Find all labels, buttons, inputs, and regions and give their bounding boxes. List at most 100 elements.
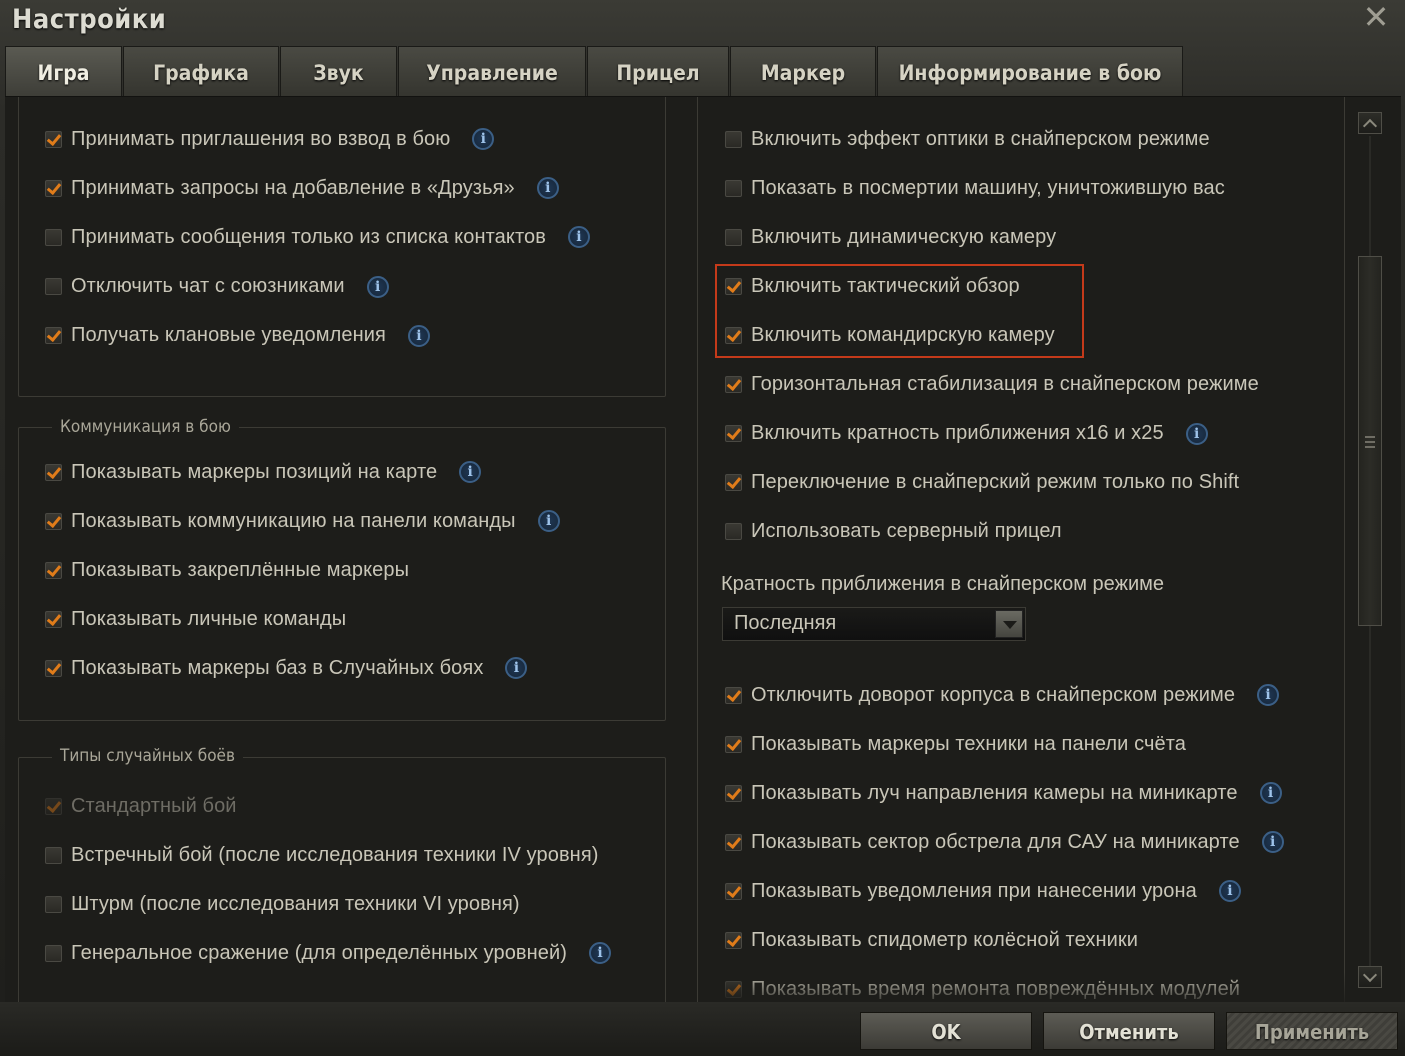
option-row[interactable]: Встречный бой (после исследования техник… <box>45 840 599 870</box>
settings-window: Настройки ✕ Игра Графика Звук Управление… <box>0 0 1405 1056</box>
tab-graphics[interactable]: Графика <box>123 46 279 96</box>
info-icon[interactable]: i <box>567 226 590 249</box>
cancel-button[interactable]: Отменить <box>1043 1012 1215 1050</box>
checkbox-checked[interactable] <box>725 326 742 344</box>
info-icon[interactable]: i <box>459 461 482 483</box>
tab-controls[interactable]: Управление <box>398 46 586 96</box>
option-label: Переключение в снайперский режим только … <box>751 471 1240 494</box>
tab-marker[interactable]: Маркер <box>730 46 876 96</box>
option-row[interactable]: Принимать приглашения во взвод в бою i <box>45 124 495 154</box>
tab-aim[interactable]: Прицел <box>587 46 729 96</box>
option-row[interactable]: Показать в посмертии машину, уничтожившу… <box>725 173 1225 203</box>
info-icon[interactable]: i <box>589 942 612 964</box>
info-icon[interactable]: i <box>536 177 559 200</box>
checkbox-checked[interactable] <box>725 474 742 492</box>
checkbox[interactable] <box>725 228 742 246</box>
checkbox-checked[interactable] <box>45 463 62 481</box>
checkbox-checked[interactable] <box>725 735 742 753</box>
option-row[interactable]: Принимать запросы на добавление в «Друзь… <box>45 173 559 203</box>
info-icon[interactable]: i <box>537 510 560 532</box>
option-row[interactable]: Показывать спидометр колёсной техники <box>725 925 1138 955</box>
tab-game[interactable]: Игра <box>5 46 122 96</box>
checkbox[interactable] <box>45 228 62 246</box>
checkbox-checked[interactable] <box>45 179 62 197</box>
apply-button[interactable]: Применить <box>1226 1012 1398 1050</box>
checkbox-checked[interactable] <box>725 931 742 949</box>
checkbox[interactable] <box>725 523 742 541</box>
checkbox[interactable] <box>725 179 742 197</box>
option-row[interactable]: Включить тактический обзор <box>725 271 1020 301</box>
scroll-down-icon[interactable] <box>1358 966 1382 988</box>
option-row[interactable]: Стандартный бой <box>45 791 237 821</box>
checkbox-checked[interactable] <box>725 376 742 393</box>
checkbox[interactable] <box>45 895 62 913</box>
checkbox-checked[interactable] <box>45 659 62 677</box>
checkbox-checked[interactable] <box>725 277 742 295</box>
checkbox-checked[interactable] <box>45 130 62 148</box>
option-row[interactable]: Показывать закреплённые маркеры <box>45 555 409 585</box>
option-row[interactable]: Показывать маркеры позиций на карте i <box>45 457 482 487</box>
info-icon[interactable]: i <box>505 657 528 679</box>
info-icon[interactable]: i <box>1261 831 1284 853</box>
option-row[interactable]: Показывать личные команды <box>45 604 346 634</box>
tab-battle-notifications[interactable]: Информирование в бою <box>877 46 1183 96</box>
checkbox-checked[interactable] <box>725 882 742 900</box>
checkbox-checked[interactable] <box>45 327 62 345</box>
option-row[interactable]: Показывать уведомления при нанесении уро… <box>725 876 1241 906</box>
option-row[interactable]: Штурм (после исследования техники VI уро… <box>45 889 520 919</box>
option-row[interactable]: Показывать луч направления камеры на мин… <box>725 778 1282 808</box>
option-row[interactable]: Включить командирскую камеру <box>725 320 1055 350</box>
checkbox[interactable] <box>45 278 62 296</box>
info-icon[interactable]: i <box>407 324 430 347</box>
info-icon[interactable]: i <box>366 275 389 298</box>
info-icon[interactable]: i <box>1257 684 1280 706</box>
option-row[interactable]: Включить кратность приближения x16 и x25… <box>725 419 1208 449</box>
checkbox-checked[interactable] <box>725 784 742 802</box>
info-icon[interactable]: i <box>1185 422 1208 445</box>
settings-content: Коммуникация в бою Типы случайных боёв П… <box>5 96 1401 1003</box>
option-row[interactable]: Переключение в снайперский режим только … <box>725 468 1239 498</box>
option-row[interactable]: Показывать сектор обстрела для САУ на ми… <box>725 827 1284 857</box>
checkbox-checked[interactable] <box>725 686 742 704</box>
checkbox-checked[interactable] <box>725 425 742 443</box>
option-row[interactable]: Получать клановые уведомления i <box>45 321 430 351</box>
option-row[interactable]: Показывать коммуникацию на панели команд… <box>45 506 560 536</box>
option-label: Показывать маркеры позиций на карте <box>71 460 438 483</box>
option-row[interactable]: Принимать сообщения только из списка кон… <box>45 222 590 252</box>
option-row[interactable]: Отключить чат с союзниками i <box>45 272 389 302</box>
checkbox-checked[interactable] <box>45 512 62 530</box>
option-row[interactable]: Генеральное сражение (для определённых у… <box>45 938 612 968</box>
option-row[interactable]: Включить динамическую камеру <box>725 222 1056 252</box>
scrollbar-thumb[interactable] <box>1358 256 1382 626</box>
option-label: Включить тактический обзор <box>751 274 1020 297</box>
close-icon[interactable]: ✕ <box>1361 1 1391 33</box>
checkbox[interactable] <box>725 130 742 148</box>
option-row[interactable]: Использовать серверный прицел <box>725 517 1062 547</box>
checkbox[interactable] <box>45 846 62 864</box>
checkbox[interactable] <box>45 944 62 962</box>
info-icon[interactable]: i <box>1218 880 1241 902</box>
chevron-down-icon[interactable] <box>995 610 1023 638</box>
option-label: Отключить доворот корпуса в снайперском … <box>751 683 1236 706</box>
checkbox-checked[interactable] <box>725 980 742 998</box>
zoom-dropdown[interactable]: Последняя <box>722 607 1026 641</box>
option-label: Стандартный бой <box>71 794 237 817</box>
checkbox-checked[interactable] <box>45 610 62 628</box>
option-row[interactable]: Показывать время ремонта повреждённых мо… <box>725 974 1240 1003</box>
ok-button[interactable]: OK <box>860 1012 1032 1050</box>
option-row[interactable]: Отключить доворот корпуса в снайперском … <box>725 680 1280 710</box>
option-row[interactable]: Горизонтальная стабилизация в снайперско… <box>725 370 1259 400</box>
checkbox-checked[interactable] <box>725 833 742 851</box>
scrollbar[interactable] <box>1358 112 1382 988</box>
info-icon[interactable]: i <box>1259 782 1282 804</box>
info-icon[interactable]: i <box>472 128 495 150</box>
tab-sound[interactable]: Звук <box>280 46 397 96</box>
checkbox-checked[interactable] <box>45 797 62 815</box>
option-row[interactable]: Показывать маркеры техники на панели счё… <box>725 729 1186 759</box>
option-row[interactable]: Включить эффект оптики в снайперском реж… <box>725 124 1210 154</box>
option-label: Показывать луч направления камеры на мин… <box>751 781 1238 804</box>
option-label: Показывать маркеры баз в Случайных боях <box>71 656 484 679</box>
option-row[interactable]: Показывать маркеры баз в Случайных боях i <box>45 653 528 683</box>
scroll-up-icon[interactable] <box>1358 112 1382 134</box>
checkbox-checked[interactable] <box>45 561 62 579</box>
